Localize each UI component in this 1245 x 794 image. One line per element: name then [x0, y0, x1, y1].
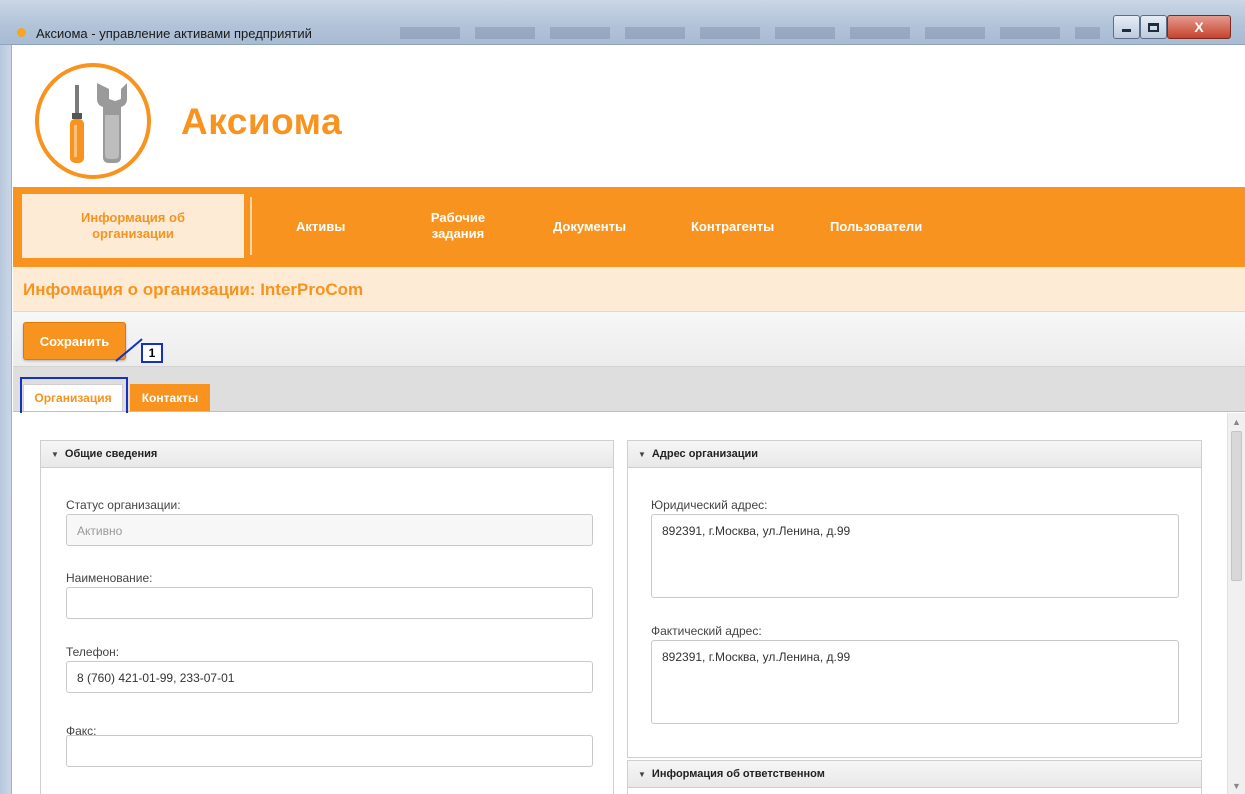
save-button[interactable]: Сохранить	[23, 322, 126, 360]
nav-item-assets[interactable]: Активы	[296, 219, 345, 235]
tab-strip: Организация Контакты	[13, 367, 1245, 412]
panel-responsible: ▼ Информация об ответственном	[627, 760, 1202, 794]
fax-field[interactable]	[66, 735, 593, 767]
phone-label: Телефон:	[66, 645, 120, 659]
close-icon: X	[1194, 19, 1204, 35]
panel-address-header[interactable]: ▼ Адрес организации	[628, 441, 1201, 468]
name-label: Наименование:	[66, 571, 153, 585]
app-icon	[17, 28, 26, 37]
legal-address-field[interactable]: 892391, г.Москва, ул.Ленина, д.99	[651, 514, 1179, 598]
callout-highlight	[20, 377, 128, 416]
nav-item-work-orders[interactable]: Рабочие задания	[428, 210, 488, 242]
nav-item-documents[interactable]: Документы	[553, 219, 626, 235]
toolbar: Сохранить	[13, 312, 1245, 367]
collapse-caret-icon: ▼	[638, 769, 646, 779]
nav-item-users[interactable]: Пользователи	[830, 219, 922, 235]
actual-address-field[interactable]: 892391, г.Москва, ул.Ленина, д.99	[651, 640, 1179, 724]
tab-contacts[interactable]: Контакты	[130, 384, 210, 411]
nav-item-organization-info[interactable]: Информация об организации	[22, 194, 244, 258]
vertical-scrollbar[interactable]: ▲ ▼	[1227, 413, 1245, 794]
legal-address-label: Юридический адрес:	[651, 498, 768, 512]
window-titlebar: Аксиома - управление активами предприяти…	[0, 0, 1245, 45]
scroll-down-icon[interactable]: ▼	[1228, 777, 1245, 794]
collapse-caret-icon: ▼	[51, 449, 59, 459]
maximize-icon	[1148, 22, 1159, 32]
minimize-icon	[1122, 29, 1131, 32]
nav-divider	[250, 197, 252, 255]
maximize-button[interactable]	[1140, 15, 1167, 39]
page-header: Инфомация о организации: InterProCom	[13, 267, 1245, 312]
actual-address-label: Фактический адрес:	[651, 624, 762, 638]
panel-address: ▼ Адрес организации Юридический адрес: 8…	[627, 440, 1202, 758]
window-left-frame	[0, 45, 12, 794]
collapse-caret-icon: ▼	[638, 449, 646, 459]
minimize-button[interactable]	[1113, 15, 1140, 39]
main-content: ▼ Общие сведения Статус организации: Акт…	[13, 413, 1245, 794]
name-field[interactable]	[66, 587, 593, 619]
tools-icon	[35, 63, 151, 179]
panel-general-title: Общие сведения	[64, 448, 158, 460]
phone-field[interactable]: 8 (760) 421-01-99, 233-07-01	[66, 661, 593, 693]
window-title: Аксиома - управление активами предприяти…	[36, 26, 312, 41]
app-header: Аксиома	[13, 45, 1245, 187]
main-nav: Информация об организации Активы Рабочие…	[13, 187, 1245, 267]
panel-responsible-header[interactable]: ▼ Информация об ответственном	[628, 761, 1201, 788]
background-taskbar	[400, 27, 1100, 39]
panel-responsible-title: Информация об ответственном	[651, 768, 825, 780]
status-label: Статус организации:	[66, 498, 181, 512]
status-field: Активно	[66, 514, 593, 546]
close-button[interactable]: X	[1167, 15, 1231, 39]
brand-name: Аксиома	[181, 101, 343, 142]
panel-address-title: Адрес организации	[651, 448, 758, 460]
nav-item-contractors[interactable]: Контрагенты	[691, 219, 774, 235]
panel-general: ▼ Общие сведения Статус организации: Акт…	[40, 440, 614, 794]
scroll-up-icon[interactable]: ▲	[1228, 413, 1245, 430]
scrollbar-thumb[interactable]	[1231, 431, 1242, 581]
panel-general-header[interactable]: ▼ Общие сведения	[41, 441, 613, 468]
callout-number: 1	[141, 343, 163, 363]
page-title: Инфомация о организации: InterProCom	[23, 280, 364, 299]
